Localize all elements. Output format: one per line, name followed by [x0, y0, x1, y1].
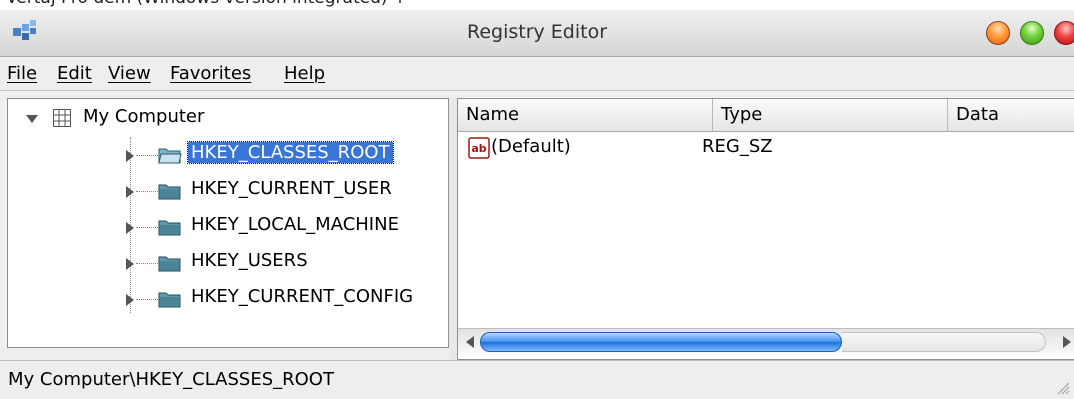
scroll-track[interactable] — [842, 332, 1046, 352]
computer-icon — [53, 109, 71, 127]
menu-file[interactable]: File — [7, 63, 37, 84]
expand-arrow-icon[interactable] — [126, 222, 134, 234]
open-folder-icon — [158, 148, 182, 164]
tree-node-label: HKEY_LOCAL_MACHINE — [191, 214, 399, 235]
status-bar: My Computer\HKEY_CLASSES_ROOT — [0, 360, 1074, 399]
value-type: REG_SZ — [702, 136, 773, 157]
horizontal-scrollbar[interactable] — [458, 328, 1074, 355]
expand-arrow-icon[interactable] — [126, 150, 134, 162]
values-list[interactable]: Name Type Data ab (Default) REG_SZ — [457, 98, 1074, 360]
tree-node-label: HKEY_CURRENT_USER — [191, 178, 392, 199]
tree-node-label: HKEY_USERS — [191, 250, 308, 271]
folder-icon — [158, 292, 181, 308]
close-button[interactable] — [1054, 21, 1074, 45]
folder-icon — [158, 256, 181, 272]
tree-connector — [136, 299, 158, 300]
registry-tree[interactable]: My Computer HKEY_CLASSES_ROOT HKEY_CURRE… — [7, 98, 449, 348]
value-name: (Default) — [491, 136, 571, 157]
scroll-right-arrow-icon[interactable] — [1063, 336, 1071, 348]
page-caption: Vertaj Pro dem (Windows version integrat… — [6, 0, 407, 10]
column-header-type[interactable]: Type — [713, 99, 948, 131]
expand-arrow-icon[interactable] — [126, 186, 134, 198]
maximize-button[interactable] — [1020, 21, 1044, 45]
folder-icon — [158, 184, 181, 200]
tree-connector — [136, 191, 158, 192]
menu-bar: File Edit View Favorites Help — [0, 57, 1074, 91]
minimize-button[interactable] — [986, 21, 1010, 45]
column-header-data[interactable]: Data — [948, 99, 1074, 131]
tree-node-label: HKEY_CURRENT_CONFIG — [191, 286, 414, 307]
scroll-left-arrow-icon[interactable] — [466, 336, 474, 348]
tree-connector — [136, 155, 158, 156]
window-title: Registry Editor — [466, 21, 608, 43]
status-path: My Computer\HKEY_CLASSES_ROOT — [8, 369, 334, 390]
tree-connector — [136, 227, 158, 228]
tree-node-label: My Computer — [83, 106, 205, 127]
collapse-arrow-icon[interactable] — [26, 115, 38, 123]
expand-arrow-icon[interactable] — [126, 258, 134, 270]
tree-node-label: HKEY_CLASSES_ROOT — [187, 141, 394, 164]
folder-icon — [158, 220, 181, 236]
title-bar[interactable]: Registry Editor — [0, 10, 1074, 57]
registry-editor-window: Registry Editor File Edit View Favorites… — [0, 10, 1074, 399]
string-value-icon: ab — [468, 137, 490, 159]
tree-connector — [136, 263, 158, 264]
scroll-thumb[interactable] — [480, 332, 842, 352]
menu-edit[interactable]: Edit — [57, 63, 92, 84]
pane-splitter[interactable] — [449, 98, 457, 360]
menu-help[interactable]: Help — [284, 63, 325, 84]
column-header-name[interactable]: Name — [458, 99, 713, 131]
svg-text:ab: ab — [471, 142, 486, 155]
menu-view[interactable]: View — [108, 63, 151, 84]
resize-grip-icon[interactable] — [1054, 379, 1070, 395]
expand-arrow-icon[interactable] — [126, 294, 134, 306]
menu-favorites[interactable]: Favorites — [170, 63, 251, 84]
list-header: Name Type Data — [458, 99, 1074, 132]
table-row[interactable]: ab (Default) REG_SZ — [458, 135, 1074, 165]
